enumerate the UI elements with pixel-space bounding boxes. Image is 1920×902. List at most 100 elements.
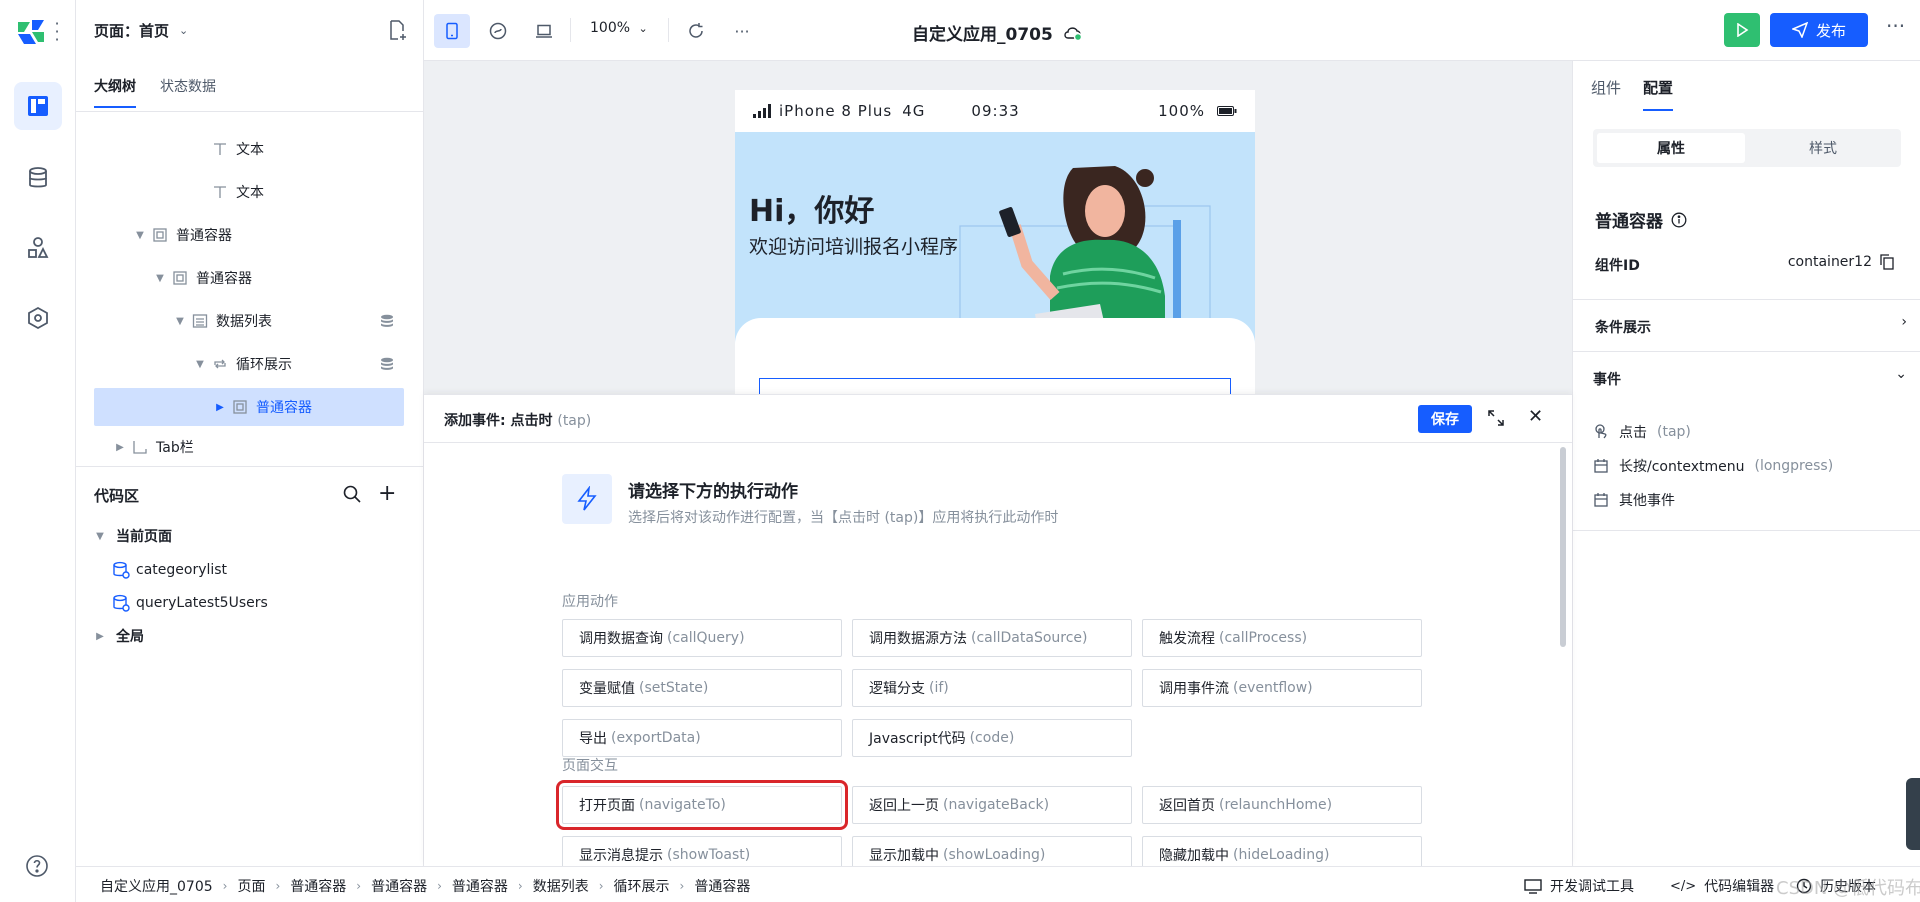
components-nav-button[interactable] xyxy=(14,224,62,272)
more-vertical-icon[interactable]: · · · xyxy=(54,16,60,48)
outline-tabs: 大纲树 状态数据 xyxy=(76,62,424,112)
add-page-icon[interactable] xyxy=(386,19,408,41)
save-button[interactable]: 保存 xyxy=(1418,405,1472,433)
data-nav-button[interactable] xyxy=(14,154,62,202)
code-group-global[interactable]: ▶ 全局 xyxy=(94,621,144,651)
tab-config[interactable]: 配置 xyxy=(1643,77,1674,111)
outline-nav-button[interactable] xyxy=(14,82,62,130)
more-horizontal-icon[interactable]: ··· xyxy=(1886,14,1905,38)
breadcrumb-item[interactable]: 自定义应用_0705 xyxy=(100,876,213,896)
page-selector[interactable]: 页面：首页 ⌄ xyxy=(94,20,188,41)
action-option[interactable]: 返回上一页 (navigateBack) xyxy=(852,786,1132,824)
zoom-select[interactable]: 100% ⌄ xyxy=(590,20,648,36)
outline-tree-node[interactable]: ▶ 普通容器 xyxy=(94,388,404,426)
run-button[interactable] xyxy=(1724,13,1760,47)
outline-tree-node[interactable]: 文本 xyxy=(94,173,404,211)
miniprogram-icon xyxy=(489,22,507,40)
code-item[interactable]: categeorylist xyxy=(112,555,227,585)
cloud-saved-icon xyxy=(1064,26,1083,41)
property-style-switch: 属性 样式 xyxy=(1593,129,1901,167)
collapse-triangle-icon[interactable]: ▶ xyxy=(114,442,126,453)
breadcrumb-item[interactable]: 普通容器 xyxy=(290,876,346,896)
breadcrumb-item[interactable]: 数据列表 xyxy=(533,876,589,896)
selected-container-outline[interactable] xyxy=(759,378,1231,394)
action-option[interactable]: 调用事件流 (eventflow) xyxy=(1142,669,1422,707)
code-group-current-page[interactable]: ▼ 当前页面 xyxy=(94,521,172,551)
action-option[interactable]: Javascript代码 (code) xyxy=(852,719,1132,757)
action-option-label: 调用数据源方法 xyxy=(869,631,967,647)
action-option[interactable]: 显示加载中 (showLoading) xyxy=(852,836,1132,866)
expand-triangle-icon[interactable]: ▼ xyxy=(154,273,166,284)
breadcrumb-item[interactable]: 普通容器 xyxy=(694,876,750,896)
outline-tree-node[interactable]: ▶ Tab栏 xyxy=(94,428,404,466)
tab-components[interactable]: 组件 xyxy=(1591,77,1621,98)
pc-view-button[interactable] xyxy=(526,14,562,48)
chevron-down-icon[interactable]: ⌄ xyxy=(1895,366,1907,382)
dialog-scrollbar[interactable] xyxy=(1560,447,1566,647)
top-toolbar: 100% ⌄ ··· 自定义应用_0705 发布 ··· xyxy=(424,0,1920,61)
outline-tree-node[interactable]: ▼ 数据列表 xyxy=(94,302,404,340)
breadcrumb-item[interactable]: 普通容器 xyxy=(371,876,427,896)
copy-icon[interactable] xyxy=(1880,254,1894,270)
action-option[interactable]: 变量赋值 (setState) xyxy=(562,669,842,707)
hero-banner: Hi，你好 欢迎访问培训报名小程序 xyxy=(735,132,1255,394)
outline-tree-node[interactable]: ▼ 普通容器 xyxy=(94,259,404,297)
outline-tree-node[interactable]: ▼ 普通容器 xyxy=(94,216,404,254)
condition-display-section[interactable]: 条件展示 › xyxy=(1573,299,1920,351)
refresh-button[interactable] xyxy=(678,14,714,48)
chevron-right-icon: › xyxy=(679,879,685,893)
tab-outline-tree[interactable]: 大纲树 xyxy=(94,76,136,108)
event-label: 其他事件 xyxy=(1619,493,1675,509)
segment-properties[interactable]: 属性 xyxy=(1597,133,1745,163)
expand-triangle-icon[interactable]: ▼ xyxy=(134,230,146,241)
hint-title: 请选择下方的执行动作 xyxy=(628,482,798,502)
publish-button[interactable]: 发布 xyxy=(1770,13,1868,47)
code-item[interactable]: queryLatest5Users xyxy=(112,588,268,618)
outline-tree-node[interactable]: 文本 xyxy=(94,130,404,168)
segment-styles[interactable]: 样式 xyxy=(1749,133,1897,163)
phone-icon xyxy=(446,22,458,40)
collapse-triangle-icon[interactable]: ▶ xyxy=(214,402,226,413)
event-longpress[interactable]: 长按/contextmenu (longpress) xyxy=(1593,454,1833,478)
close-icon[interactable]: ✕ xyxy=(1528,406,1543,427)
action-option[interactable]: 逻辑分支 (if) xyxy=(852,669,1132,707)
breadcrumb-item[interactable]: 循环展示 xyxy=(614,876,670,896)
code-editor-button[interactable]: </> 代码编辑器 xyxy=(1670,876,1774,896)
event-other[interactable]: 其他事件 xyxy=(1593,488,1675,512)
expand-triangle-icon[interactable]: ▼ xyxy=(174,316,186,327)
breadcrumb-item[interactable]: 页面 xyxy=(237,876,265,896)
outline-tree-node[interactable]: ▼ 循环展示 xyxy=(94,345,404,383)
help-icon[interactable] xyxy=(25,854,49,878)
chevron-right-icon: › xyxy=(437,879,442,893)
outline-tree-node-label: 文本 xyxy=(236,185,264,201)
action-option[interactable]: 隐藏加载中 (hideLoading) xyxy=(1142,836,1422,866)
action-option[interactable]: 打开页面 (navigateTo) xyxy=(556,780,848,830)
settings-nav-button[interactable] xyxy=(14,294,62,342)
expand-icon[interactable] xyxy=(1486,408,1506,428)
event-tap[interactable]: 点击 (tap) xyxy=(1593,420,1691,444)
info-icon[interactable] xyxy=(1671,212,1687,228)
app-logo-icon[interactable] xyxy=(16,18,46,46)
action-option[interactable]: 返回首页 (relaunchHome) xyxy=(1142,786,1422,824)
action-option[interactable]: 调用数据查询 (callQuery) xyxy=(562,619,842,657)
dev-tools-button[interactable]: 开发调试工具 xyxy=(1524,876,1634,896)
publish-label: 发布 xyxy=(1815,21,1846,40)
expand-triangle-icon[interactable]: ▼ xyxy=(194,359,206,370)
add-code-icon[interactable]: + xyxy=(378,481,396,506)
action-option[interactable]: 显示消息提示 (showToast) xyxy=(562,836,842,866)
welcome-text: 欢迎访问培训报名小程序 xyxy=(749,236,959,258)
more-tools-button[interactable]: ··· xyxy=(724,14,760,48)
woman-with-phone-illustration-icon xyxy=(959,166,1211,326)
miniprogram-view-button[interactable] xyxy=(480,14,516,48)
action-option[interactable]: 调用数据源方法 (callDataSource) xyxy=(852,619,1132,657)
mobile-view-button[interactable] xyxy=(434,14,470,48)
side-widget[interactable] xyxy=(1906,778,1920,850)
search-icon[interactable] xyxy=(342,484,362,504)
action-option-code: (hideLoading) xyxy=(1233,847,1330,863)
breadcrumb-item[interactable]: 普通容器 xyxy=(452,876,508,896)
action-option[interactable]: 导出 (exportData) xyxy=(562,719,842,757)
action-option-label: 调用事件流 xyxy=(1159,681,1229,697)
action-option[interactable]: 触发流程 (callProcess) xyxy=(1142,619,1422,657)
tab-state-data[interactable]: 状态数据 xyxy=(160,76,216,96)
code-group-label: 当前页面 xyxy=(116,529,172,545)
